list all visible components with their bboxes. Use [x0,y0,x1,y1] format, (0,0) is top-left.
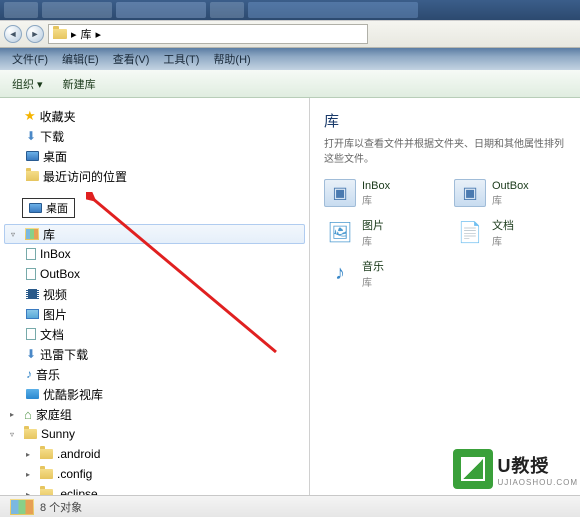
doc-icon [26,268,36,280]
nav-lib-item[interactable]: 图片 [0,304,309,324]
menu-bar: 文件(F) 编辑(E) 查看(V) 工具(T) 帮助(H) [0,48,580,70]
address-sep: ▸ [71,28,77,41]
nav-folder[interactable]: ▸.config [0,464,309,484]
nav-lib-item[interactable]: OutBox [0,264,309,284]
nav-lib-item[interactable]: 视频 [0,284,309,304]
taskbar-slot[interactable] [116,2,206,18]
taskbar-slot[interactable] [42,2,112,18]
folder-icon [40,449,53,459]
nav-lib-item[interactable]: ⬇迅雷下载 [0,344,309,364]
picture-icon: 🖼 [324,219,356,247]
favorites-group[interactable]: ★收藏夹 [0,106,309,126]
library-item[interactable]: 🖼图片库 [324,217,434,248]
outbox-icon: ▣ [454,179,486,207]
status-bar: 8 个对象 [0,495,580,517]
nav-pane: ★收藏夹 ⬇下载 桌面 最近访问的位置 桌面 ▿库 InBox OutBox 视… [0,98,310,495]
picture-icon [26,309,39,319]
nav-lib-item[interactable]: ♪音乐 [0,364,309,384]
library-item[interactable]: ▣InBox库 [324,179,434,207]
folder-icon [40,469,53,479]
menu-help[interactable]: 帮助(H) [207,49,256,69]
nav-libraries[interactable]: ▿库 [4,224,305,244]
nav-recent[interactable]: 最近访问的位置 [0,166,309,186]
nav-downloads[interactable]: ⬇下载 [0,126,309,146]
taskbar-slot[interactable] [4,2,38,18]
desktop-highlight[interactable]: 桌面 [22,198,75,218]
content-pane: 库 打开库以查看文件并根据文件夹、日期和其他属性排列这些文件。 ▣InBox库 … [310,98,580,495]
youku-icon [26,389,39,399]
address-bar[interactable]: ▸ 库 ▸ [48,24,368,44]
back-button[interactable]: ◄ [4,25,22,43]
command-bar: 组织 ▾ 新建库 [0,70,580,98]
nav-lib-item[interactable]: InBox [0,244,309,264]
new-library-button[interactable]: 新建库 [57,74,102,94]
nav-user[interactable]: ▿Sunny [0,424,309,444]
desktop-icon [26,151,39,161]
nav-homegroup[interactable]: ▸⌂家庭组 [0,404,309,424]
address-sep: ▸ [96,28,102,41]
folder-icon [26,171,39,181]
homegroup-icon: ⌂ [24,407,32,422]
menu-view[interactable]: 查看(V) [107,49,156,69]
music-icon: ♪ [324,260,356,288]
download-icon: ⬇ [26,347,36,361]
nav-folder[interactable]: ▸.eclipse [0,484,309,495]
library-icon [25,228,39,240]
taskbar [0,0,580,20]
status-count: 8 个对象 [40,499,82,515]
watermark-icon [453,449,493,489]
library-item[interactable]: ♪音乐库 [324,258,434,289]
menu-file[interactable]: 文件(F) [6,49,54,69]
taskbar-slot[interactable] [248,2,418,18]
taskbar-slot[interactable] [210,2,244,18]
nav-lib-item[interactable]: 优酷影视库 [0,384,309,404]
doc-icon: 📄 [454,219,486,247]
doc-icon [26,328,36,340]
folder-icon [53,29,67,39]
organize-button[interactable]: 组织 ▾ [6,74,49,94]
menu-tools[interactable]: 工具(T) [157,49,205,69]
library-icon [10,499,34,515]
address-title: 库 [81,26,92,42]
star-icon: ★ [24,108,36,124]
page-desc: 打开库以查看文件并根据文件夹、日期和其他属性排列这些文件。 [324,135,566,165]
nav-bar: ◄ ► ▸ 库 ▸ [0,20,580,48]
inbox-icon: ▣ [324,179,356,207]
menu-edit[interactable]: 编辑(E) [56,49,105,69]
library-item[interactable]: ▣OutBox库 [454,179,564,207]
watermark: U教授UJIAOSHOU.COM [451,447,580,491]
library-item[interactable]: 📄文档库 [454,217,564,248]
music-icon: ♪ [26,367,32,381]
nav-lib-item[interactable]: 文档 [0,324,309,344]
forward-button[interactable]: ► [26,25,44,43]
doc-icon [26,248,36,260]
desktop-icon [29,203,42,213]
nav-folder[interactable]: ▸.android [0,444,309,464]
nav-desktop[interactable]: 桌面 [0,146,309,166]
download-icon: ⬇ [26,129,36,143]
page-title: 库 [324,110,566,131]
video-icon [26,289,39,299]
folder-icon [24,429,37,439]
